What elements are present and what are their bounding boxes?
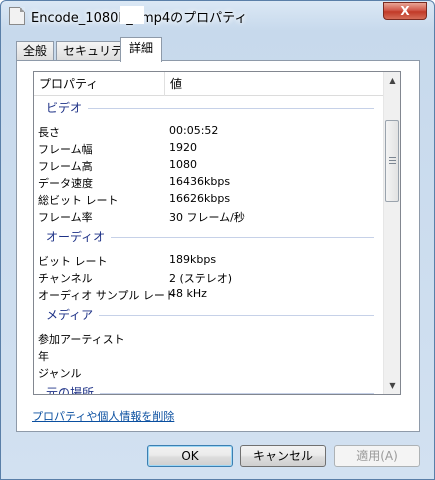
- property-name: 年: [38, 350, 49, 363]
- title-bar[interactable]: Encode_1080P_ .mp4のプロパティ X: [1, 1, 434, 31]
- grip-icon: [389, 157, 396, 164]
- scrollbar-thumb[interactable]: [385, 120, 399, 202]
- scroll-up-arrow-icon[interactable]: ▲: [384, 72, 400, 89]
- property-name: フレーム高: [38, 160, 93, 173]
- tab-details[interactable]: 詳細: [120, 37, 163, 62]
- list-item[interactable]: ジャンル: [34, 364, 384, 381]
- file-icon: [9, 7, 25, 25]
- list-item[interactable]: 総ビット レート 16626kbps: [34, 191, 384, 208]
- list-item[interactable]: 参加アーティスト: [34, 330, 384, 347]
- list-rows: ビデオ 長さ 00:05:52 フレーム幅 1920 フレーム高 1080 データ速度…: [34, 96, 384, 394]
- properties-dialog: Encode_1080P_ .mp4のプロパティ X 全般 セキュリティ 詳細 …: [0, 0, 435, 480]
- list-item[interactable]: 年: [34, 347, 384, 364]
- tab-general[interactable]: 全般: [16, 41, 55, 61]
- list-item[interactable]: オーディオ サンプル レート 48 kHz: [34, 286, 384, 303]
- property-value: 16436kbps: [169, 175, 231, 188]
- vertical-scrollbar[interactable]: ▲ ▼: [383, 72, 400, 394]
- property-name: フレーム幅: [38, 143, 93, 156]
- property-list[interactable]: プロパティ 値 ビデオ 長さ 00:05:52 フレーム幅 1920 フレーム高 10…: [33, 71, 401, 395]
- group-origin: 元の場所: [34, 381, 384, 394]
- property-value: 48 kHz: [169, 287, 207, 300]
- property-name: 参加アーティスト: [38, 333, 125, 346]
- ok-button[interactable]: OK: [147, 445, 233, 467]
- group-audio: オーディオ: [34, 225, 384, 247]
- group-label: メディア: [46, 306, 100, 323]
- property-value: 00:05:52: [169, 124, 219, 137]
- property-value: 16626kbps: [169, 192, 231, 205]
- property-name: ジャンル: [38, 367, 82, 380]
- list-header: プロパティ 値: [34, 72, 384, 96]
- remove-properties-link[interactable]: プロパティや個人情報を削除: [32, 408, 174, 424]
- property-value: 2 (ステレオ): [169, 272, 233, 285]
- close-button[interactable]: X: [383, 2, 427, 20]
- scroll-down-arrow-icon[interactable]: ▼: [384, 377, 400, 394]
- property-value: 30 フレーム/秒: [169, 211, 245, 224]
- group-media: メディア: [34, 303, 384, 325]
- cancel-button[interactable]: キャンセル: [240, 445, 326, 467]
- list-item[interactable]: フレーム高 1080: [34, 157, 384, 174]
- property-name: チャンネル: [38, 272, 93, 285]
- apply-button[interactable]: 適用(A): [334, 445, 420, 467]
- redacted-filename-part: [120, 6, 144, 24]
- column-header-value[interactable]: 値: [165, 72, 384, 96]
- property-name: フレーム率: [38, 211, 93, 224]
- property-name: データ速度: [38, 177, 93, 190]
- property-name: オーディオ サンプル レート: [38, 289, 176, 302]
- group-divider: [48, 108, 374, 109]
- list-item[interactable]: ビット レート 189kbps: [34, 252, 384, 269]
- property-value: 1920: [169, 141, 197, 154]
- group-label: オーディオ: [46, 228, 112, 245]
- list-item[interactable]: チャンネル 2 (ステレオ): [34, 269, 384, 286]
- property-name: 総ビット レート: [38, 194, 119, 207]
- property-value: 1080: [169, 158, 197, 171]
- list-item[interactable]: データ速度 16436kbps: [34, 174, 384, 191]
- property-name: 長さ: [38, 126, 60, 139]
- group-label: 元の場所: [46, 384, 101, 394]
- list-item[interactable]: フレーム率 30 フレーム/秒: [34, 208, 384, 225]
- property-name: ビット レート: [38, 255, 108, 268]
- list-item[interactable]: 長さ 00:05:52: [34, 123, 384, 140]
- column-header-property[interactable]: プロパティ: [34, 72, 165, 96]
- property-value: 189kbps: [169, 253, 217, 266]
- details-panel: プロパティ 値 ビデオ 長さ 00:05:52 フレーム幅 1920 フレーム高 10…: [16, 60, 420, 432]
- group-label: ビデオ: [46, 99, 89, 116]
- group-video: ビデオ: [34, 96, 384, 118]
- list-item[interactable]: フレーム幅 1920: [34, 140, 384, 157]
